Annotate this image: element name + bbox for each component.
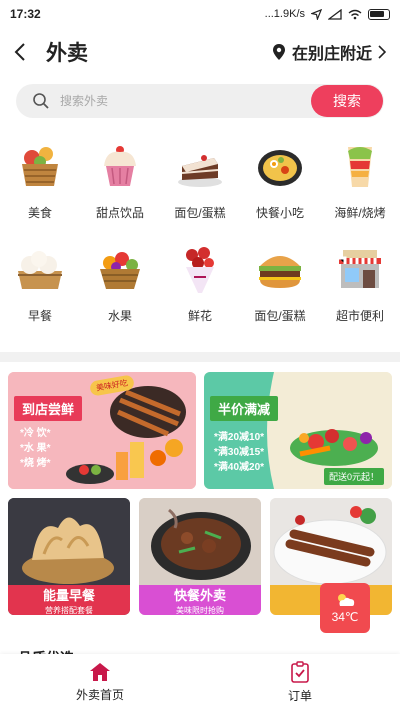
search-input[interactable] bbox=[60, 94, 311, 108]
category-label: 水果 bbox=[107, 309, 132, 323]
back-arrow-icon[interactable] bbox=[14, 42, 34, 62]
category-fruit[interactable]: 水果 bbox=[80, 241, 160, 324]
cupcake-icon bbox=[92, 138, 148, 194]
location-selector[interactable]: 在别庄附近 bbox=[272, 40, 386, 64]
category-dessert-drinks[interactable]: 甜点饮品 bbox=[80, 138, 160, 221]
promo-line: *满30减15* bbox=[214, 447, 265, 458]
weather-widget[interactable]: 34℃ bbox=[320, 583, 370, 633]
fried-dough-illustration bbox=[8, 498, 130, 588]
network-speed: ...1.9K/s bbox=[264, 8, 305, 20]
promo-banner-half-price[interactable]: 半价满减 *满20减10* *满30减15* *满40减20* 配送0元起！ bbox=[204, 372, 392, 489]
status-indicators: ...1.9K/s bbox=[265, 8, 390, 20]
wrap-icon bbox=[332, 138, 388, 194]
category-supermarket[interactable]: 超市便利 bbox=[320, 241, 400, 324]
category-flowers[interactable]: 鲜花 bbox=[160, 241, 240, 324]
promo-tag: 到店尝鲜 bbox=[14, 396, 83, 421]
category-label: 超市便利 bbox=[335, 309, 384, 323]
category-seafood-bbq[interactable]: 海鲜/烧烤 bbox=[320, 138, 400, 221]
category-label: 海鲜/烧烤 bbox=[334, 206, 386, 220]
basket-icon bbox=[12, 138, 68, 194]
card-fast-food-delivery[interactable]: 快餐外卖 美味限时抢购 bbox=[139, 498, 261, 615]
nav-label: 外卖首页 bbox=[75, 688, 124, 702]
category-label: 面包/蛋糕 bbox=[174, 206, 226, 220]
category-label: 甜点饮品 bbox=[95, 206, 144, 220]
search-bar: 搜索 bbox=[16, 84, 384, 118]
nav-label: 订单 bbox=[287, 689, 312, 703]
category-grid: 美食 甜点饮品 面包/蛋糕 快餐小吃 海鲜/烧烤 早餐 水果 鲜花 面包/蛋糕 … bbox=[0, 138, 400, 324]
category-label: 面包/蛋糕 bbox=[254, 309, 306, 323]
promo-line: *水 果* bbox=[20, 443, 51, 454]
map-pin-icon bbox=[272, 44, 285, 60]
wifi-icon bbox=[348, 9, 362, 19]
bun-icon bbox=[12, 241, 68, 297]
status-time: 17:32 bbox=[10, 7, 41, 21]
promo-banner-try-new[interactable]: 美味好吃 到店尝鲜 *冷 饮* *水 果* *烧 烤* bbox=[8, 372, 196, 489]
card-title: 能量早餐 bbox=[42, 587, 95, 603]
category-bread-cake[interactable]: 面包/蛋糕 bbox=[160, 138, 240, 221]
skewers-illustration bbox=[270, 498, 392, 588]
burger-icon bbox=[252, 241, 308, 297]
promo-line: *烧 烤* bbox=[20, 458, 51, 469]
promo-line: *满20减10* bbox=[214, 432, 265, 443]
category-label: 美食 bbox=[27, 206, 52, 220]
fruit-basket-icon bbox=[92, 241, 148, 297]
weather-temp: 34℃ bbox=[331, 610, 359, 624]
stir-fry-illustration bbox=[139, 498, 261, 588]
promo-badge: 配送0元起！ bbox=[323, 468, 384, 485]
chevron-right-icon bbox=[378, 45, 386, 59]
category-breakfast[interactable]: 早餐 bbox=[0, 241, 80, 324]
cake-icon bbox=[172, 138, 228, 194]
category-label: 快餐小吃 bbox=[255, 206, 304, 220]
bottom-nav: 外卖首页 订单 bbox=[0, 654, 400, 711]
location-arrow-icon bbox=[311, 8, 322, 20]
card-subtitle: 美味限时抢购 bbox=[176, 605, 224, 615]
battery-icon bbox=[368, 8, 390, 20]
search-button[interactable]: 搜索 bbox=[311, 85, 383, 117]
card-title: 快餐外卖 bbox=[173, 587, 226, 603]
promo-lines: *满20减10* *满30减15* *满40减20* bbox=[214, 430, 264, 475]
category-food[interactable]: 美食 bbox=[0, 138, 80, 221]
category-fast-food[interactable]: 快餐小吃 bbox=[240, 138, 320, 221]
category-bread-cake-2[interactable]: 面包/蛋糕 bbox=[240, 241, 320, 324]
promo-tag: 半价满减 bbox=[210, 396, 279, 421]
promo-line: *冷 饮* bbox=[20, 428, 51, 439]
store-icon bbox=[332, 241, 388, 297]
card-energy-breakfast[interactable]: 能量早餐 营养搭配套餐 bbox=[8, 498, 130, 615]
promo-lines: *冷 饮* *水 果* *烧 烤* bbox=[20, 426, 51, 471]
search-icon bbox=[33, 93, 49, 109]
category-label: 鲜花 bbox=[187, 309, 212, 323]
home-icon bbox=[90, 663, 110, 681]
promo-line: *满40减20* bbox=[214, 462, 265, 473]
clipboard-check-icon bbox=[291, 661, 309, 683]
nav-home[interactable]: 外卖首页 bbox=[0, 654, 200, 711]
card-footer: 能量早餐 营养搭配套餐 bbox=[8, 585, 130, 615]
cloud-sun-icon bbox=[338, 594, 355, 606]
section-divider bbox=[0, 352, 400, 362]
flowers-icon bbox=[172, 241, 228, 297]
location-label: 在别庄附近 bbox=[291, 46, 372, 63]
signal-icon bbox=[328, 8, 342, 20]
card-subtitle: 营养搭配套餐 bbox=[45, 605, 93, 615]
status-bar: 17:32 ...1.9K/s bbox=[0, 0, 400, 28]
page-title: 外卖 bbox=[46, 42, 88, 65]
card-footer: 快餐外卖 美味限时抢购 bbox=[139, 585, 261, 615]
header: 外卖 在别庄附近 bbox=[0, 30, 400, 74]
pan-icon bbox=[252, 138, 308, 194]
nav-orders[interactable]: 订单 bbox=[200, 654, 400, 711]
category-label: 早餐 bbox=[27, 309, 52, 323]
